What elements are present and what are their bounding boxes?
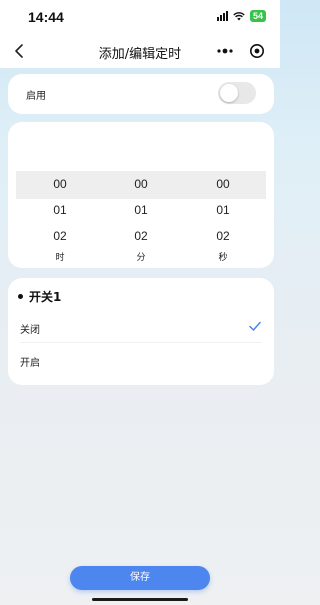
bullet-icon — [18, 294, 23, 299]
enable-label: 启用 — [26, 91, 46, 102]
picker-value: 02 — [134, 229, 148, 243]
picker-value: 00 — [134, 177, 148, 191]
picker-value: 02 — [216, 229, 230, 243]
picker-unit-minute: 分 — [136, 253, 146, 263]
picker-unit-hour: 时 — [55, 253, 65, 263]
option-label: 开启 — [20, 358, 40, 369]
signal-icon — [216, 11, 228, 21]
home-indicator — [92, 598, 188, 601]
close-target-icon[interactable] — [249, 43, 265, 59]
option-on[interactable]: 开启 — [20, 344, 262, 376]
picker-value: 01 — [134, 203, 148, 217]
picker-value: 02 — [53, 229, 67, 243]
picker-value: 00 — [53, 177, 67, 191]
status-time: 14:44 — [28, 9, 64, 25]
picker-unit-second: 秒 — [218, 253, 228, 263]
status-icons: 54 — [216, 10, 266, 22]
picker-value: 01 — [53, 203, 67, 217]
check-icon — [249, 321, 261, 331]
option-label: 关闭 — [20, 325, 40, 336]
mini-program-capsule — [208, 39, 272, 63]
toggle-knob — [220, 84, 238, 102]
option-off[interactable]: 关闭 — [20, 311, 262, 343]
battery-icon: 54 — [249, 10, 266, 22]
picker-value: 00 — [216, 177, 230, 191]
status-bar: 14:44 54 — [0, 0, 280, 34]
switch-title-text: 开关1 — [29, 290, 62, 304]
picker-value: 01 — [216, 203, 230, 217]
wifi-icon — [233, 12, 245, 21]
more-icon[interactable] — [215, 46, 235, 56]
enable-card: 启用 — [8, 74, 274, 114]
enable-toggle[interactable] — [218, 82, 256, 104]
switch-section-title: 开关1 — [18, 288, 61, 305]
nav-bar: 添加/编辑定时 — [0, 34, 280, 68]
switch-card: 开关1 关闭 开启 — [8, 278, 274, 385]
divider — [20, 342, 262, 343]
time-picker-card: 00 01 02 时 00 01 02 分 00 01 02 秒 — [8, 122, 274, 268]
save-button[interactable]: 保存 — [70, 566, 210, 590]
